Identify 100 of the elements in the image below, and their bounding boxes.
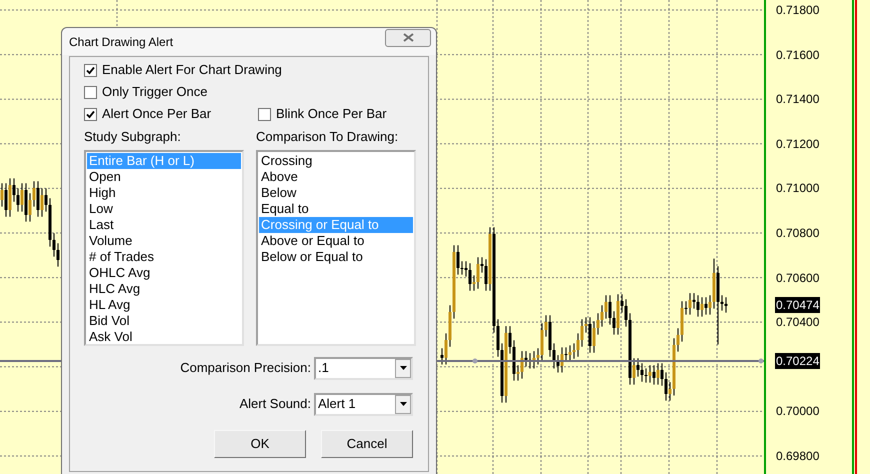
candlestick bbox=[692, 292, 696, 310]
sound-dropdown[interactable]: Alert 1 bbox=[314, 392, 413, 416]
candlestick bbox=[524, 350, 528, 368]
close-button[interactable] bbox=[385, 28, 431, 46]
candlestick bbox=[468, 262, 472, 292]
candlestick bbox=[648, 364, 652, 384]
candlestick bbox=[568, 344, 572, 362]
checkbox[interactable]: Blink Once Per Bar bbox=[258, 105, 387, 123]
checkbox[interactable]: Alert Once Per Bar bbox=[84, 105, 258, 123]
price-label: 0.71400 bbox=[776, 92, 820, 106]
list-item[interactable]: Ask Vol bbox=[87, 328, 241, 344]
candlestick bbox=[684, 300, 688, 316]
list-item[interactable]: OHLC Avg bbox=[87, 264, 241, 280]
checkbox-label: Alert Once Per Bar bbox=[102, 105, 212, 124]
candlestick bbox=[16, 188, 20, 212]
candlestick bbox=[52, 232, 56, 258]
candlestick bbox=[660, 362, 664, 386]
candlestick bbox=[20, 182, 24, 212]
candlestick bbox=[4, 182, 8, 218]
list-item[interactable]: # of Trades bbox=[87, 248, 241, 264]
candlestick bbox=[456, 244, 460, 276]
candlestick bbox=[480, 256, 484, 274]
candlestick bbox=[464, 260, 468, 278]
list-item[interactable]: Last bbox=[87, 216, 241, 232]
window-title: Chart Drawing Alert bbox=[69, 34, 174, 50]
candlestick bbox=[508, 326, 512, 354]
candlestick bbox=[724, 296, 728, 314]
price-marker: 0.70474 bbox=[775, 297, 820, 313]
list-item[interactable]: Below bbox=[259, 184, 413, 200]
list-item[interactable]: Above or Equal to bbox=[259, 232, 413, 248]
dialog-button[interactable]: OK bbox=[214, 430, 306, 458]
close-icon bbox=[402, 33, 414, 42]
sound-label: Alert Sound: bbox=[239, 395, 311, 414]
list-box[interactable]: Entire Bar (H or L) Open High Low Last Volume # of Trades OHLC Avg HLC Avg HL Avg Bid Vol Ask Vol bbox=[84, 150, 244, 346]
candlestick bbox=[484, 258, 488, 292]
candlestick bbox=[44, 188, 48, 212]
candlestick bbox=[596, 312, 600, 336]
candlestick bbox=[624, 298, 628, 328]
candlestick bbox=[640, 362, 644, 382]
candlestick bbox=[636, 358, 640, 378]
candlestick bbox=[608, 294, 612, 326]
candlestick bbox=[28, 192, 32, 222]
candlestick bbox=[32, 180, 36, 208]
candlestick bbox=[708, 294, 712, 316]
candlestick bbox=[704, 296, 708, 316]
list-heading: Study Subgraph: bbox=[84, 128, 182, 146]
price-marker: 0.70224 bbox=[775, 353, 820, 369]
candlestick bbox=[536, 348, 540, 366]
price-label: 0.71600 bbox=[776, 48, 820, 62]
price-label: 0.70000 bbox=[776, 404, 820, 418]
price-label: 0.71800 bbox=[776, 3, 820, 18]
list-item[interactable]: Volume bbox=[87, 232, 241, 248]
candlestick bbox=[688, 292, 692, 316]
candlestick bbox=[556, 354, 560, 374]
candlestick bbox=[12, 178, 16, 202]
precision-label: Comparison Precision: bbox=[180, 359, 311, 378]
list-item[interactable]: Below or Equal to bbox=[259, 248, 413, 264]
list-item[interactable]: HL Avg bbox=[87, 296, 241, 312]
price-label: 0.70400 bbox=[776, 315, 820, 330]
candlestick bbox=[0, 182, 4, 208]
price-label: 0.70800 bbox=[776, 226, 820, 240]
dialog-button[interactable]: Cancel bbox=[321, 430, 413, 458]
checkbox-label: Only Trigger Once bbox=[102, 83, 208, 102]
list-heading: Comparison To Drawing: bbox=[256, 128, 400, 146]
candlestick bbox=[564, 346, 568, 362]
candlestick bbox=[576, 332, 580, 358]
price-label: 0.71000 bbox=[776, 181, 820, 196]
price-label: 0.69800 bbox=[776, 448, 820, 463]
list-item[interactable]: High bbox=[87, 184, 241, 200]
list-item[interactable]: Low bbox=[87, 200, 241, 216]
candlestick bbox=[36, 180, 40, 218]
candlestick bbox=[620, 294, 624, 314]
candlestick bbox=[612, 310, 616, 336]
list-item[interactable]: Open bbox=[87, 168, 241, 184]
precision-dropdown[interactable]: .1 bbox=[314, 356, 413, 380]
candlestick bbox=[644, 368, 648, 384]
candlestick bbox=[652, 364, 656, 386]
list-item[interactable]: Bid Vol bbox=[87, 312, 241, 328]
candlestick bbox=[604, 294, 608, 320]
checkbox-label: Blink Once Per Bar bbox=[276, 105, 387, 124]
candlestick bbox=[600, 304, 604, 328]
candlestick bbox=[476, 256, 480, 290]
list-item[interactable]: Equal to bbox=[259, 200, 413, 216]
candlestick bbox=[588, 316, 592, 354]
candlestick bbox=[720, 294, 724, 312]
checkbox[interactable]: Only Trigger Once bbox=[84, 83, 414, 101]
list-item[interactable]: Crossing bbox=[259, 152, 413, 168]
candlestick bbox=[56, 242, 60, 268]
list-item[interactable]: Above bbox=[259, 168, 413, 184]
checkbox[interactable]: Enable Alert For Chart Drawing bbox=[84, 61, 414, 79]
candlestick bbox=[572, 342, 576, 360]
candlestick bbox=[444, 332, 448, 366]
candlestick bbox=[440, 348, 444, 366]
price-label: 0.70600 bbox=[776, 270, 820, 285]
list-item[interactable]: HLC Avg bbox=[87, 280, 241, 296]
candlestick bbox=[664, 372, 668, 402]
candlestick bbox=[592, 320, 596, 354]
candlestick bbox=[700, 296, 704, 318]
candlestick bbox=[668, 382, 672, 402]
list-box[interactable]: Crossing Above Below Equal to Crossing or Equal to Above or Equal to Below or Equal to bbox=[256, 150, 416, 346]
